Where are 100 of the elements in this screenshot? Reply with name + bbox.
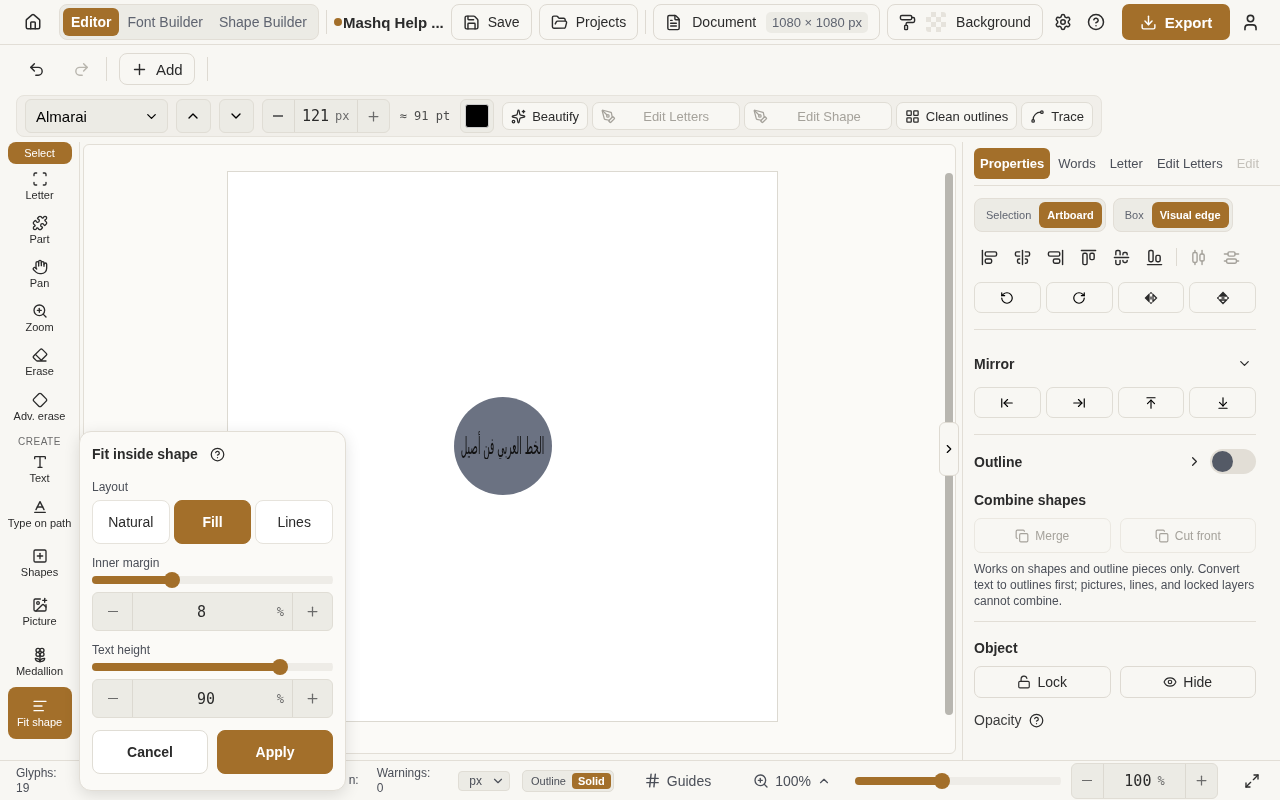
zoom-value: 100 [1124,771,1152,790]
tool-button[interactable]: Type on path [3,489,76,539]
tool-button[interactable]: Part [3,208,76,252]
flip-vertical-icon [1215,290,1230,305]
segment[interactable]: Box [1116,202,1152,228]
layout-option[interactable]: Natural [92,500,170,544]
status-label: n: [348,773,359,788]
rotate-right-button[interactable] [1045,282,1113,313]
plus-icon [305,604,320,619]
panel-tab[interactable]: Edit Letters [1150,148,1229,179]
step-up-button[interactable] [175,99,211,133]
plus-square-icon [31,547,48,564]
document-size: 1080 × 1080 px [766,11,869,33]
section-title: Combine shapes [974,492,1088,508]
align-middle-icon [1113,248,1130,266]
unlock-icon [1017,675,1032,689]
toolbar-button[interactable]: Trace [1021,102,1093,130]
tool-button[interactable]: Picture [3,587,76,637]
minus-icon [1082,779,1093,782]
font-select[interactable]: Almarai [25,99,168,133]
field-label: Opacity [974,712,1022,728]
section-heading: CREATE [18,436,61,447]
tool-button[interactable]: Adv. erase [3,384,76,430]
field-value: 90 [197,689,216,708]
mode-tab[interactable]: Editor [63,8,120,36]
popover-title: Fit inside shape [92,446,198,462]
segment[interactable]: Visual edge [1151,202,1229,228]
point-size: ≈ 91 pt [399,109,451,123]
arrow-left-icon [1000,395,1015,410]
panel-toggle[interactable] [939,422,959,476]
field-label: Inner margin [92,556,161,570]
panel-tab[interactable]: Letter [1103,148,1149,179]
slider-thumb[interactable] [163,572,180,588]
cancel-button[interactable]: Cancel [92,730,208,774]
toolbar-button[interactable]: Beautify [502,102,589,130]
step-down-button[interactable] [218,99,254,133]
scrollbar[interactable] [945,173,953,715]
zoom-icon [753,772,770,789]
flip-horizontal-button[interactable] [1117,282,1185,313]
toolbar-button[interactable]: Clean outlines [895,102,1018,130]
segment[interactable]: Selection [978,202,1040,228]
document-button[interactable]: Document 1080 × 1080 px [653,4,881,40]
rotate-left-button[interactable] [974,282,1041,313]
text-icon [31,453,48,470]
tool-button[interactable]: Letter [3,164,76,208]
section-title: Object [974,640,1019,656]
guides-button[interactable]: Guides [637,771,718,790]
save-button[interactable]: Save [450,4,532,40]
tool-button[interactable]: Medallion [3,637,76,687]
sparkles-icon [511,108,527,124]
minus-icon [273,115,284,117]
tool-button[interactable]: Zoom [3,296,76,340]
add-button[interactable]: Add [119,53,195,85]
hide-button[interactable]: Hide [1119,666,1256,698]
grid-icon [643,772,661,789]
slider-thumb[interactable] [933,772,950,789]
eraser-icon [31,346,48,363]
help-icon [1086,13,1105,31]
tool-button[interactable]: Text [3,449,76,489]
slider-thumb[interactable] [271,659,288,675]
unit-select[interactable]: px [458,770,511,791]
rotate-left-icon [1000,290,1015,305]
segment[interactable]: Solid [571,772,611,789]
tool-button[interactable]: Fit shape [7,687,72,739]
tool-button[interactable]: Shapes [3,539,76,587]
zoom-icon [31,302,48,319]
status-label: Warnings: [376,765,431,781]
layout-option[interactable]: Lines [255,500,333,544]
size-unit: px [335,109,350,123]
flip-vertical-button[interactable] [1189,282,1256,313]
tool-button[interactable]: Pan [3,252,76,296]
baseline-icon [31,498,48,515]
mode-tab[interactable]: Shape Builder [210,8,315,36]
expand-icon [1244,772,1260,789]
tool-button[interactable]: Select [7,142,72,164]
lock-button[interactable]: Lock [974,666,1111,698]
align-right-icon [1047,248,1064,266]
segment[interactable]: Outline [525,772,572,789]
tool-button[interactable]: Erase [3,340,76,384]
pen-icon [601,108,617,124]
mirror-right-button[interactable] [1045,387,1113,418]
segment[interactable]: Artboard [1039,202,1102,228]
panel-tab[interactable]: Words [1052,148,1102,179]
zoom-unit: % [1157,773,1165,788]
size-value: 121 [301,107,329,125]
mode-tab[interactable]: Font Builder [119,8,211,36]
plus-icon [365,108,381,124]
outline-toggle[interactable] [1210,449,1256,474]
grid-icon [904,108,920,124]
mirror-left-button[interactable] [974,387,1041,418]
zoom-menu[interactable]: 100% [747,771,837,790]
background-button[interactable]: Background [887,4,1043,40]
apply-button[interactable]: Apply [217,730,333,774]
panel-tab[interactable]: Properties [974,148,1051,179]
export-button[interactable]: Export [1121,4,1231,40]
projects-button[interactable]: Projects [538,4,639,40]
layout-option[interactable]: Fill [173,500,252,544]
hand-icon [31,258,48,275]
project-title: Mashq Help ... [342,13,444,31]
help-text: Works on shapes and outline pieces only. Convert text to outlines first; pictures, lines, and locked layers cannot combine. [974,561,1256,609]
